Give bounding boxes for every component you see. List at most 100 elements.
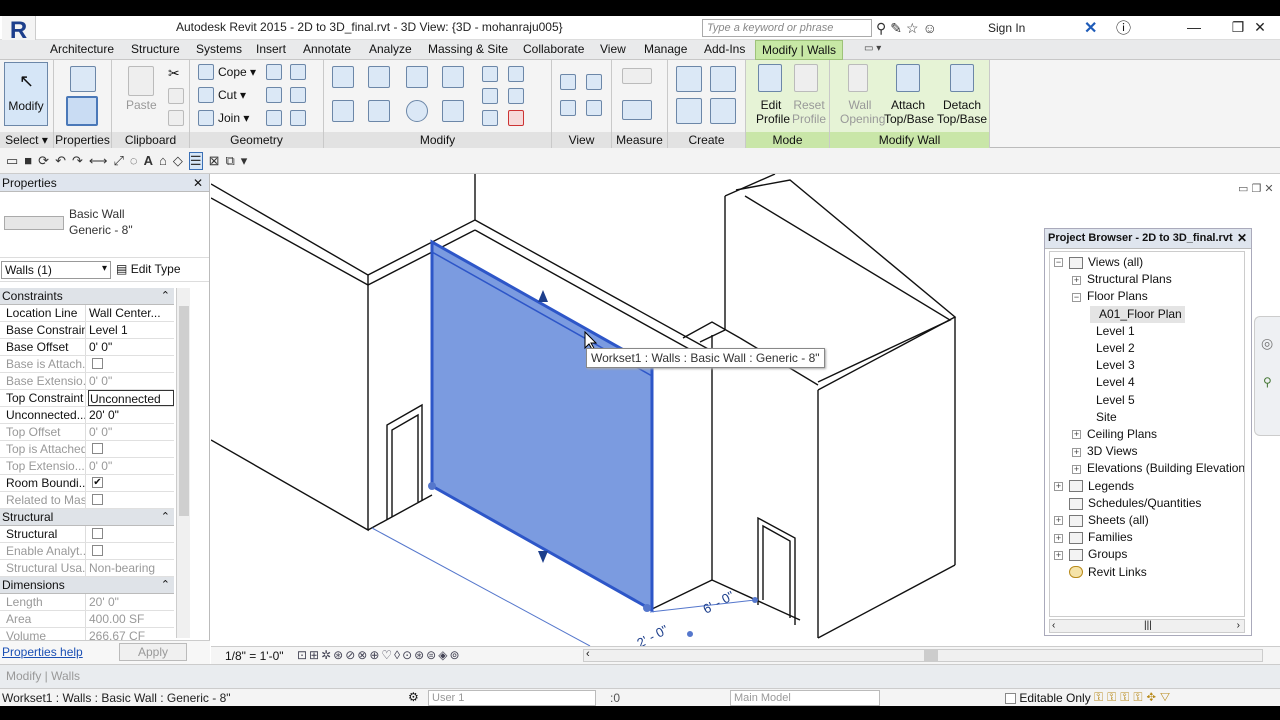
tag-qat-icon[interactable]: ◌	[130, 153, 138, 168]
align-icon[interactable]	[332, 66, 354, 88]
selection-filter-icons[interactable]: ⚿⚿⚿⚿✥▽	[1094, 690, 1174, 705]
copy-clipboard-icon[interactable]	[168, 88, 184, 104]
expand-node-icon[interactable]: +	[1054, 533, 1063, 543]
property-group-constraints[interactable]: Constraints ⌃	[0, 288, 174, 305]
paint-icon[interactable]	[290, 64, 306, 80]
exchange-icon[interactable]: ✕	[1084, 18, 1097, 38]
detach-top-base-button[interactable]: Detach Top/Base	[936, 98, 988, 126]
property-checkbox[interactable]	[92, 443, 103, 454]
mirror-pick-icon[interactable]	[406, 66, 428, 88]
section-icon[interactable]: ◇	[173, 153, 183, 169]
tab-structure[interactable]: Structure	[131, 42, 180, 56]
split-face-icon[interactable]	[266, 64, 282, 80]
edit-type-button[interactable]: ▤ Edit Type	[116, 262, 181, 276]
editing-requests[interactable]: :0	[610, 691, 620, 705]
pick-icon[interactable]	[266, 110, 282, 126]
collapse-node-icon[interactable]: −	[1054, 258, 1063, 268]
linework-icon[interactable]	[560, 100, 576, 116]
property-value[interactable]: Non-bearing	[88, 560, 174, 576]
override-graphics-icon[interactable]	[586, 74, 602, 90]
cut-geometry-icon[interactable]	[198, 87, 214, 103]
view-tools-icon[interactable]	[586, 100, 602, 116]
tree-node[interactable]: + Ceiling Plans	[1072, 426, 1157, 443]
delete-icon[interactable]	[508, 110, 524, 126]
property-value[interactable]	[88, 526, 174, 542]
tree-node[interactable]: + Elevations (Building Elevation)	[1072, 460, 1244, 477]
attach-top-base-icon[interactable]	[896, 64, 920, 92]
design-option-select[interactable]: Main Model	[730, 690, 880, 706]
save-icon[interactable]: ■	[24, 153, 32, 168]
tree-node[interactable]: Level 4	[1090, 374, 1135, 391]
create-assembly-icon[interactable]	[676, 66, 702, 92]
view-scale[interactable]: 1/8" = 1'-0"	[225, 649, 284, 663]
property-value[interactable]: 0' 0"	[88, 424, 174, 440]
open-icon[interactable]: ▭	[6, 153, 18, 169]
split-icon[interactable]	[482, 66, 498, 82]
active-workset-select[interactable]: User 1	[428, 690, 596, 706]
tab-systems[interactable]: Systems	[196, 42, 242, 56]
type-properties-icon[interactable]	[70, 66, 96, 92]
split-gap-icon[interactable]	[508, 66, 524, 82]
join-button[interactable]: Join ▾	[218, 111, 249, 125]
default-3d-icon[interactable]: ⌂	[159, 153, 167, 168]
collapse-icon[interactable]: ⌃	[161, 509, 170, 526]
tab-analyze[interactable]: Analyze	[369, 42, 412, 56]
property-value[interactable]	[88, 543, 174, 559]
help-icon[interactable]: ⓘ	[1116, 17, 1131, 38]
property-value[interactable]: Level 1	[88, 322, 174, 338]
tools-icon[interactable]: ✎	[890, 20, 902, 38]
thin-lines-icon[interactable]: ☰	[188, 151, 203, 170]
collapse-icon[interactable]: ⌃	[161, 577, 170, 594]
property-value[interactable]: 0' 0"	[88, 373, 174, 389]
property-value[interactable]: Unconnected	[88, 390, 174, 406]
move-icon[interactable]	[332, 100, 354, 122]
binoculars-icon[interactable]: ⚲	[876, 20, 886, 38]
browser-hscroll[interactable]: ‹ ||| ›	[1049, 619, 1245, 633]
expand-node-icon[interactable]: +	[1072, 430, 1081, 440]
ribbon-minimize-icon[interactable]: ▭ ▾	[864, 43, 881, 54]
worksets-icon[interactable]: ⚙	[408, 690, 419, 704]
tab-add-ins[interactable]: Add-Ins	[704, 42, 745, 56]
browser-close-icon[interactable]: ✕	[1237, 231, 1247, 245]
type-selector[interactable]: Basic Wall Generic - 8"	[0, 192, 209, 258]
tree-node[interactable]: Level 2	[1090, 340, 1135, 357]
dimension-label-2[interactable]: 2' - 0"	[634, 622, 671, 646]
property-value[interactable]: 20' 0"	[88, 594, 174, 610]
paste-icon[interactable]	[128, 66, 154, 96]
wall-end-grip[interactable]	[428, 482, 436, 490]
offset-icon[interactable]	[368, 66, 390, 88]
scroll-left-icon[interactable]: ‹	[1052, 620, 1055, 631]
property-checkbox[interactable]	[92, 358, 103, 369]
copy-icon[interactable]	[368, 100, 390, 122]
wall-end-grip-2[interactable]	[643, 604, 651, 612]
navigation-bar[interactable]: ◎ ⚲	[1254, 316, 1280, 436]
tab-massing-site[interactable]: Massing & Site	[428, 42, 508, 56]
property-value[interactable]: 20' 0"	[88, 407, 174, 423]
properties-close-icon[interactable]: ✕	[193, 176, 203, 190]
tab-annotate[interactable]: Annotate	[303, 42, 351, 56]
tree-node[interactable]: A01_Floor Plan	[1090, 305, 1185, 323]
modify-button[interactable]: ↖ Modify	[4, 62, 48, 126]
property-value[interactable]	[88, 356, 174, 372]
view-control-icons[interactable]: ⊡⊞✲⊛⊘⊗⊕♡◊⊙⊛⊜◈⊚	[297, 648, 462, 662]
undo-icon[interactable]: ↶	[55, 153, 66, 169]
attach-top-base-button[interactable]: Attach Top/Base	[884, 98, 934, 126]
rotate-icon[interactable]	[406, 100, 428, 122]
viewport-hscroll[interactable]: ‹	[583, 648, 1263, 662]
steering-wheel-icon[interactable]: ◎	[1261, 335, 1273, 352]
property-value[interactable]: Wall Center...	[88, 305, 174, 321]
star-icon[interactable]: ☆	[906, 20, 919, 38]
tab-modify-walls[interactable]: Modify | Walls	[755, 40, 844, 60]
demolish-icon[interactable]	[290, 87, 306, 103]
cope-icon[interactable]	[198, 64, 214, 80]
switch-windows-icon[interactable]: ⧉	[225, 153, 234, 169]
aligned-dimension-icon[interactable]	[622, 100, 652, 120]
property-checkbox[interactable]: ✔	[92, 477, 103, 488]
properties-icon[interactable]	[66, 96, 98, 126]
property-value[interactable]: ✔	[88, 475, 174, 491]
scroll-thumb[interactable]	[179, 306, 189, 516]
flip-arrow-down-icon[interactable]	[538, 551, 548, 563]
close-icon[interactable]: ✕	[1240, 16, 1280, 40]
minimize-icon[interactable]: —	[1174, 16, 1214, 40]
hide-view-icon[interactable]	[560, 74, 576, 90]
